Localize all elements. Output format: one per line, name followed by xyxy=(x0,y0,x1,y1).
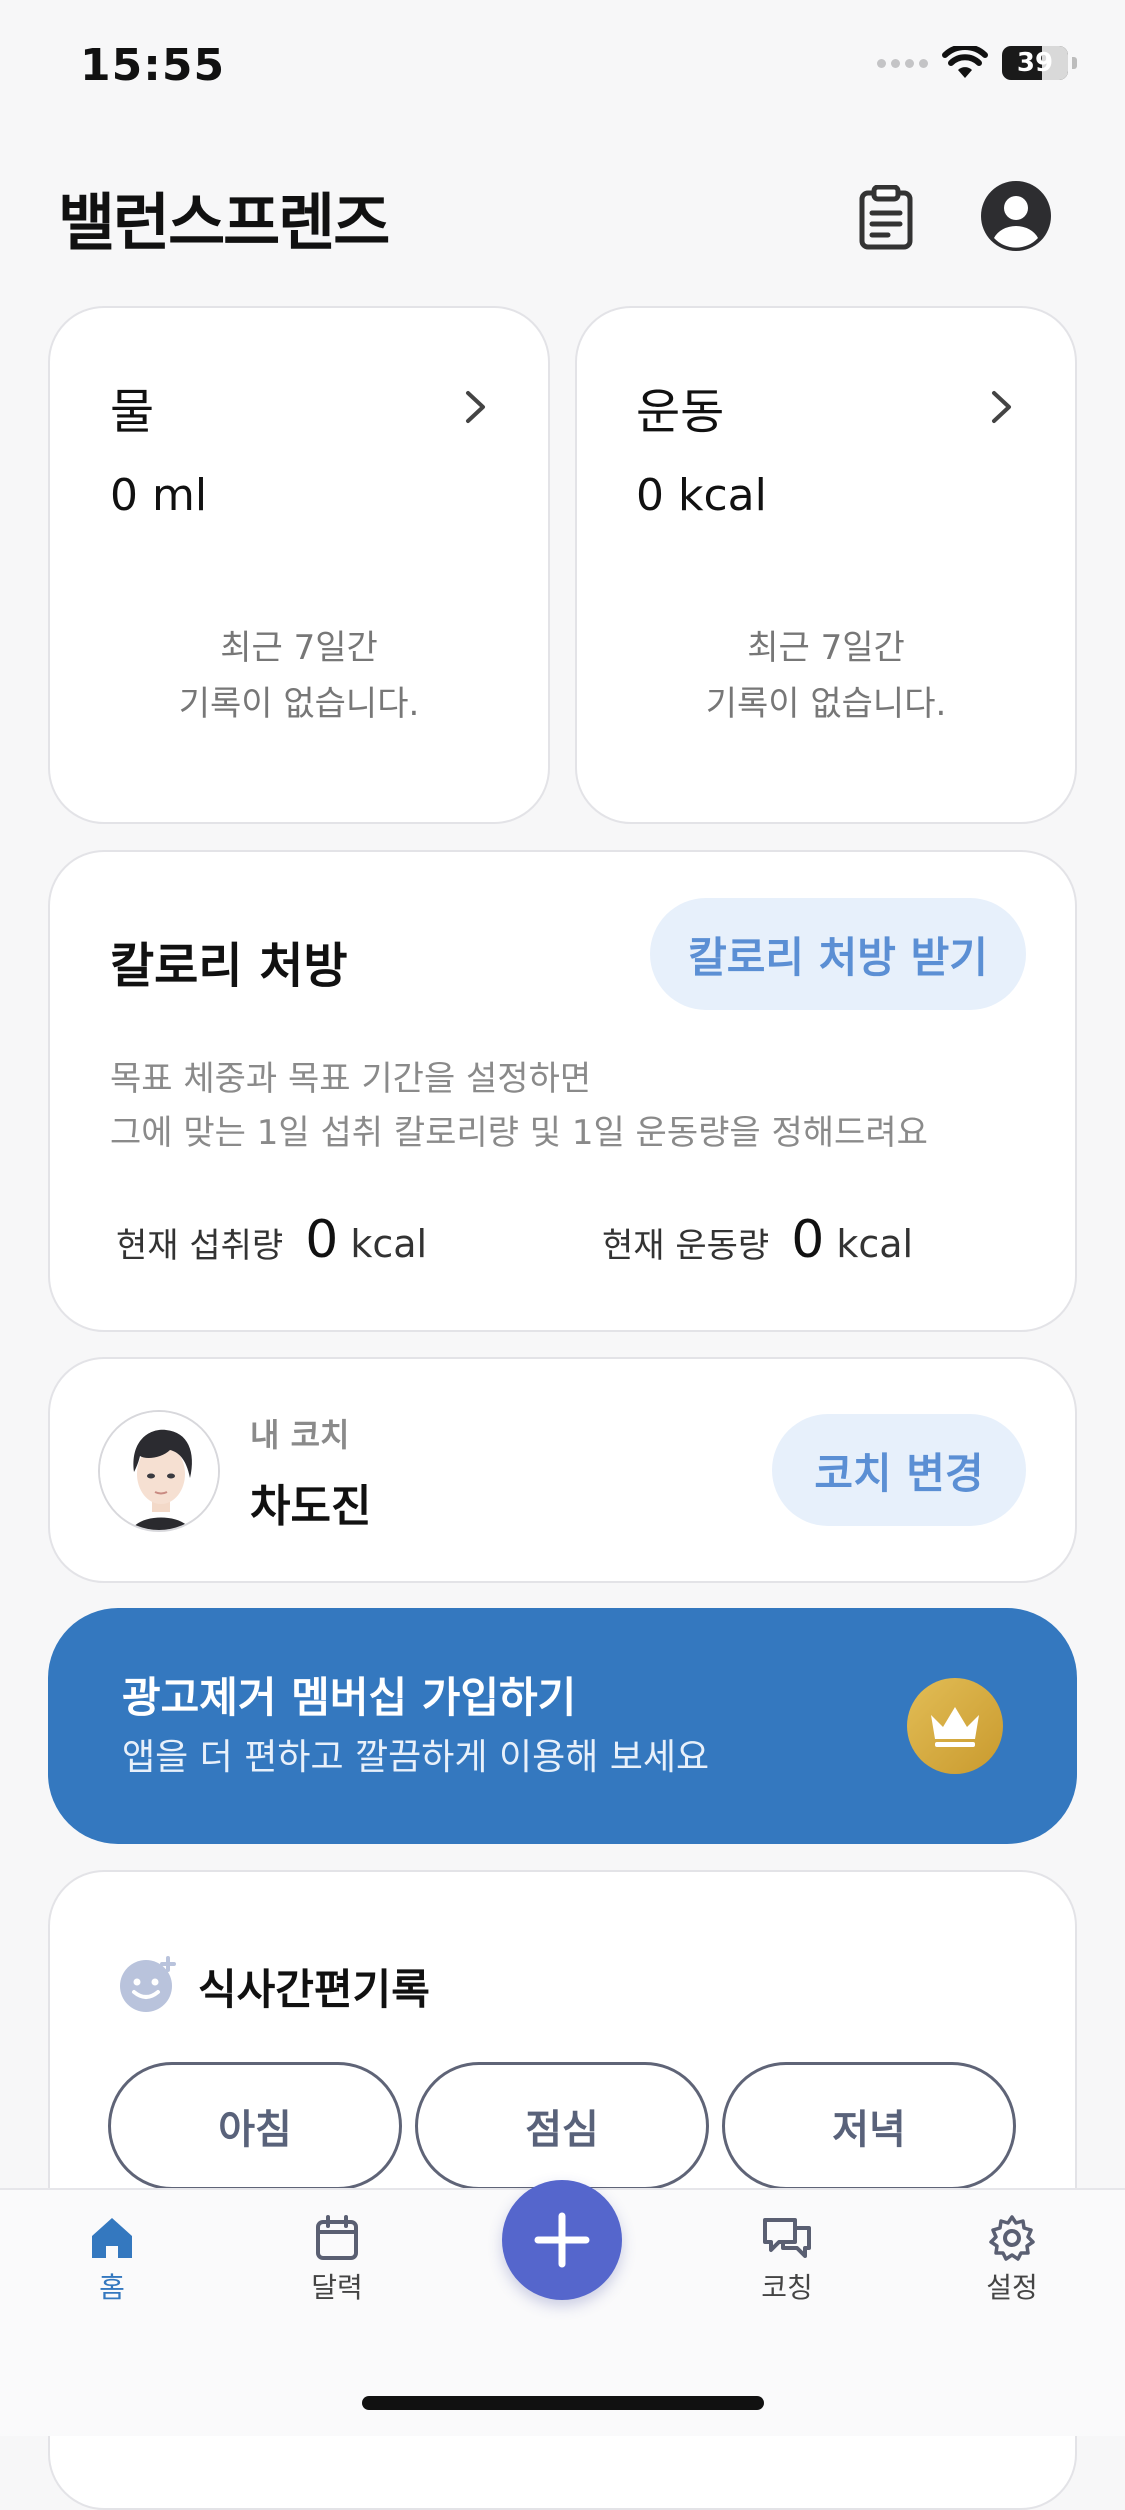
water-empty-text: 최근 7일간 기록이 없습니다. xyxy=(178,628,420,724)
change-coach-button[interactable]: 코치 변경 xyxy=(772,1414,1026,1526)
meal-card-title: 식사간편기록 xyxy=(198,1965,430,2014)
home-icon xyxy=(92,2218,132,2258)
gear-icon xyxy=(989,2215,1035,2261)
exercise-value: 0 kcal xyxy=(636,470,767,521)
status-icons: 39 xyxy=(877,46,1077,80)
dinner-button[interactable]: 저녁 xyxy=(722,2062,1016,2190)
tab-calendar[interactable]: 달력 xyxy=(277,2214,397,2306)
coach-label: 내 코치 xyxy=(250,1416,350,1454)
profile-icon[interactable] xyxy=(980,180,1052,252)
calorie-description: 목표 체중과 목표 기간을 설정하면 그에 맞는 1일 섭취 칼로리량 및 1일… xyxy=(110,1059,928,1153)
current-exercise: 현재 운동량 0 kcal xyxy=(602,1210,914,1270)
coach-avatar xyxy=(98,1410,220,1532)
clipboard-icon[interactable] xyxy=(850,182,922,254)
exercise-title: 운동 xyxy=(636,384,725,440)
water-value: 0 ml xyxy=(110,470,208,521)
chevron-right-icon xyxy=(992,391,1011,423)
battery-icon: 39 xyxy=(1002,46,1068,80)
tab-home[interactable]: 홈 xyxy=(52,2214,172,2306)
lunch-button[interactable]: 점심 xyxy=(415,2062,709,2190)
water-title: 물 xyxy=(110,384,155,440)
app-title: 밸런스프렌즈 xyxy=(58,186,390,259)
banner-subtitle: 앱을 더 편하고 깔끔하게 이용해 보세요 xyxy=(122,1737,710,1778)
chat-bubbles-icon xyxy=(763,2218,811,2258)
add-record-button[interactable] xyxy=(502,2180,622,2300)
calorie-prescription-button[interactable]: 칼로리 처방 받기 xyxy=(650,898,1026,1010)
calendar-icon xyxy=(316,2215,358,2260)
exercise-empty-text: 최근 7일간 기록이 없습니다. xyxy=(705,628,947,724)
breakfast-button[interactable]: 아침 xyxy=(108,2062,402,2190)
chevron-right-icon xyxy=(466,391,485,423)
tab-coaching[interactable]: 코칭 xyxy=(727,2214,847,2306)
calorie-title: 칼로리 처방 xyxy=(110,938,348,994)
current-intake: 현재 섭취량 0 kcal xyxy=(116,1210,428,1270)
cellular-signal-icon xyxy=(877,58,928,68)
tab-settings[interactable]: 설정 xyxy=(952,2214,1072,2306)
home-indicator xyxy=(362,2396,764,2410)
banner-title: 광고제거 멤버십 가입하기 xyxy=(122,1673,577,1722)
smiley-icon xyxy=(118,1954,178,2014)
wifi-icon xyxy=(942,46,988,78)
crown-icon xyxy=(907,1678,1003,1774)
status-time: 15:55 xyxy=(80,40,226,91)
plus-icon xyxy=(534,2212,590,2268)
coach-name: 차도진 xyxy=(250,1481,372,1532)
